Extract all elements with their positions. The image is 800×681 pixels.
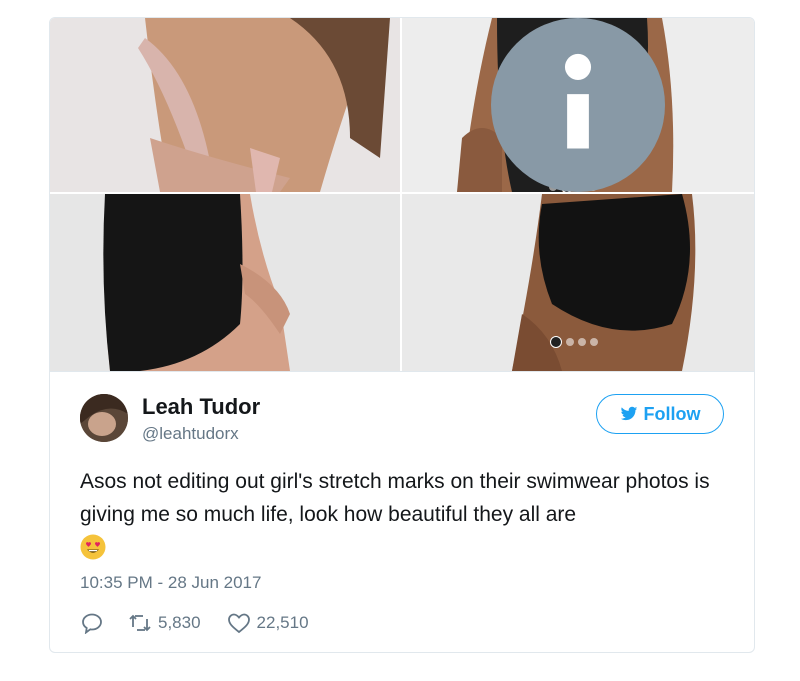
heart-eyes-emoji: [80, 534, 106, 560]
info-icon[interactable]: [402, 18, 754, 192]
carousel-dots-2: [550, 336, 598, 348]
retweet-icon: [129, 614, 151, 632]
tweet-card: Leah Tudor @leahtudorx Follow Asos not e…: [49, 17, 755, 653]
follow-label: Follow: [643, 403, 701, 424]
follow-button[interactable]: Follow: [596, 394, 724, 434]
photo-bikini-back-graphic: [50, 18, 400, 192]
author-handle[interactable]: @leahtudorx: [142, 424, 239, 444]
tweet-text: Asos not editing out girl's stretch mark…: [80, 470, 710, 526]
tweet-actions: 5,830 22,510: [80, 612, 309, 634]
tweet-body: Leah Tudor @leahtudorx Follow Asos not e…: [50, 371, 754, 652]
retweet-action[interactable]: 5,830: [128, 612, 201, 634]
carousel-dot-active[interactable]: [550, 336, 562, 348]
photo-bikini-back[interactable]: [50, 18, 400, 192]
retweet-count: 5,830: [158, 613, 201, 632]
carousel-dot[interactable]: [578, 338, 586, 346]
like-action[interactable]: 22,510: [227, 612, 309, 634]
media-grid: [50, 18, 754, 371]
twitter-bird-icon: [620, 406, 637, 421]
reply-action[interactable]: [80, 612, 104, 634]
avatar-photo: [80, 394, 128, 442]
reply-icon: [82, 613, 102, 634]
carousel-dot[interactable]: [566, 338, 574, 346]
author-name[interactable]: Leah Tudor: [142, 394, 260, 420]
photo-black-swimsuit-side-graphic: [50, 194, 400, 371]
photo-black-bottoms[interactable]: [402, 194, 754, 371]
heart-icon: [227, 613, 250, 634]
photo-mesh-swimsuit[interactable]: [402, 18, 754, 192]
like-count: 22,510: [256, 613, 309, 632]
tweet-timestamp[interactable]: 10:35 PM - 28 Jun 2017: [80, 573, 261, 593]
carousel-dot[interactable]: [590, 338, 598, 346]
photo-black-swimsuit-side[interactable]: [50, 194, 400, 371]
avatar[interactable]: [80, 394, 128, 442]
